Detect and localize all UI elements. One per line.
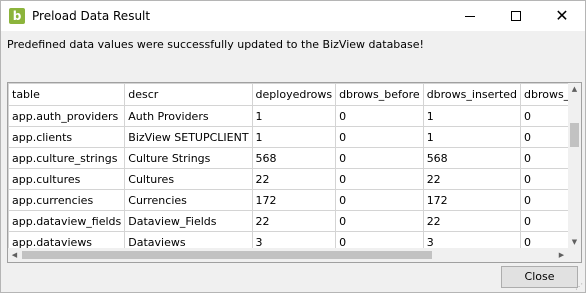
maximize-icon [511, 11, 521, 21]
results-table: table descr deployedrows dbrows_before dbrow… [8, 83, 568, 248]
close-icon: ✕ [555, 6, 569, 25]
horizontal-scrollbar[interactable]: ◀ ▶ [8, 248, 568, 262]
table-cell[interactable]: 0 [520, 147, 568, 169]
table-body: app.auth_providers Auth Providers 1 0 1 0 app.… [8, 105, 568, 248]
column-header-descr[interactable]: descr [124, 83, 253, 106]
table-cell[interactable]: Cultures [124, 168, 253, 190]
table-row[interactable]: app.culture_strings Culture Strings 568 0 56… [8, 147, 568, 169]
table-cell[interactable]: 22 [251, 210, 337, 232]
table-cell[interactable]: Auth Providers [124, 105, 253, 127]
scrollbar-corner [568, 248, 581, 262]
table-row[interactable]: app.dataview_fields Dataview_Fields 22 0 22 0 [8, 210, 568, 232]
table-cell[interactable]: 0 [520, 231, 568, 248]
table-row[interactable]: app.cultures Cultures 22 0 22 0 [8, 168, 568, 190]
table-cell[interactable]: app.dataviews [8, 231, 126, 248]
column-header-deployedrows[interactable]: deployedrows [251, 83, 337, 106]
vertical-scrollbar[interactable]: ▲ ▼ [568, 83, 581, 248]
scroll-left-icon[interactable]: ◀ [8, 248, 21, 262]
column-header-dbrows-inserted[interactable]: dbrows_inserted [422, 83, 522, 106]
column-header-dbrows-updated[interactable]: dbrows_updated [520, 83, 568, 106]
table-cell[interactable]: app.currencies [8, 189, 126, 211]
table-cell[interactable]: 1 [251, 126, 337, 148]
table-cell[interactable]: app.cultures [8, 168, 126, 190]
dialog-window: b Preload Data Result ✕ Predefined data … [0, 0, 586, 293]
table-cell[interactable]: app.culture_strings [8, 147, 126, 169]
table-cell[interactable]: Culture Strings [124, 147, 253, 169]
window-title: Preload Data Result [32, 9, 151, 23]
table-cell[interactable]: 0 [335, 147, 424, 169]
table-cell[interactable]: 1 [422, 105, 522, 127]
table-cell[interactable]: app.clients [8, 126, 126, 148]
table-cell[interactable]: 0 [520, 126, 568, 148]
minimize-icon [465, 16, 475, 17]
table-cell[interactable]: 22 [251, 168, 337, 190]
window-close-button[interactable]: ✕ [539, 1, 585, 31]
table-cell[interactable]: 172 [251, 189, 337, 211]
table-cell[interactable]: 3 [251, 231, 337, 248]
app-logo-icon: b [9, 8, 25, 24]
minimize-button[interactable] [447, 1, 493, 31]
table-cell[interactable]: 568 [251, 147, 337, 169]
table-cell[interactable]: 22 [422, 210, 522, 232]
scroll-up-icon[interactable]: ▲ [568, 83, 581, 95]
horizontal-scroll-thumb[interactable] [22, 251, 432, 259]
table-cell[interactable]: 1 [251, 105, 337, 127]
app-logo-letter: b [12, 9, 22, 23]
table-cell[interactable]: 0 [335, 105, 424, 127]
table-cell[interactable]: 0 [335, 231, 424, 248]
grid-viewport: table descr deployedrows dbrows_before dbrow… [8, 83, 568, 248]
table-cell[interactable]: 22 [422, 168, 522, 190]
table-cell[interactable]: 0 [335, 126, 424, 148]
table-cell[interactable]: Dataviews [124, 231, 253, 248]
maximize-button[interactable] [493, 1, 539, 31]
table-cell[interactable]: 0 [520, 189, 568, 211]
table-cell[interactable]: 1 [422, 126, 522, 148]
table-cell[interactable]: 0 [335, 210, 424, 232]
table-cell[interactable]: Dataview_Fields [124, 210, 253, 232]
table-cell[interactable]: 0 [520, 105, 568, 127]
table-cell[interactable]: BizView SETUPCLIENT [124, 126, 253, 148]
results-grid[interactable]: table descr deployedrows dbrows_before dbrow… [7, 82, 582, 263]
table-cell[interactable]: 0 [520, 210, 568, 232]
scroll-down-icon[interactable]: ▼ [568, 236, 581, 248]
table-cell[interactable]: 0 [335, 168, 424, 190]
column-header-table[interactable]: table [8, 83, 126, 106]
table-row[interactable]: app.auth_providers Auth Providers 1 0 1 0 [8, 105, 568, 127]
table-cell[interactable]: 0 [520, 168, 568, 190]
vertical-scroll-thumb[interactable] [570, 123, 579, 147]
resize-grip-icon[interactable]: ⋰ [575, 282, 585, 292]
title-bar[interactable]: b Preload Data Result ✕ [1, 1, 585, 31]
column-header-dbrows-before[interactable]: dbrows_before [335, 83, 424, 106]
table-cell[interactable]: Currencies [124, 189, 253, 211]
table-cell[interactable]: 172 [422, 189, 522, 211]
close-button[interactable]: Close [501, 266, 578, 288]
table-row[interactable]: app.clients BizView SETUPCLIENT 1 0 1 0 [8, 126, 568, 148]
table-cell[interactable]: 0 [335, 189, 424, 211]
table-cell[interactable]: app.auth_providers [8, 105, 126, 127]
table-row[interactable]: app.dataviews Dataviews 3 0 3 0 [8, 231, 568, 248]
status-message: Predefined data values were successfully… [7, 38, 424, 51]
table-cell[interactable]: 568 [422, 147, 522, 169]
scroll-right-icon[interactable]: ▶ [555, 248, 568, 262]
table-cell[interactable]: 3 [422, 231, 522, 248]
table-cell[interactable]: app.dataview_fields [8, 210, 126, 232]
table-row[interactable]: app.currencies Currencies 172 0 172 0 [8, 189, 568, 211]
header-row: table descr deployedrows dbrows_before dbrow… [8, 83, 568, 106]
